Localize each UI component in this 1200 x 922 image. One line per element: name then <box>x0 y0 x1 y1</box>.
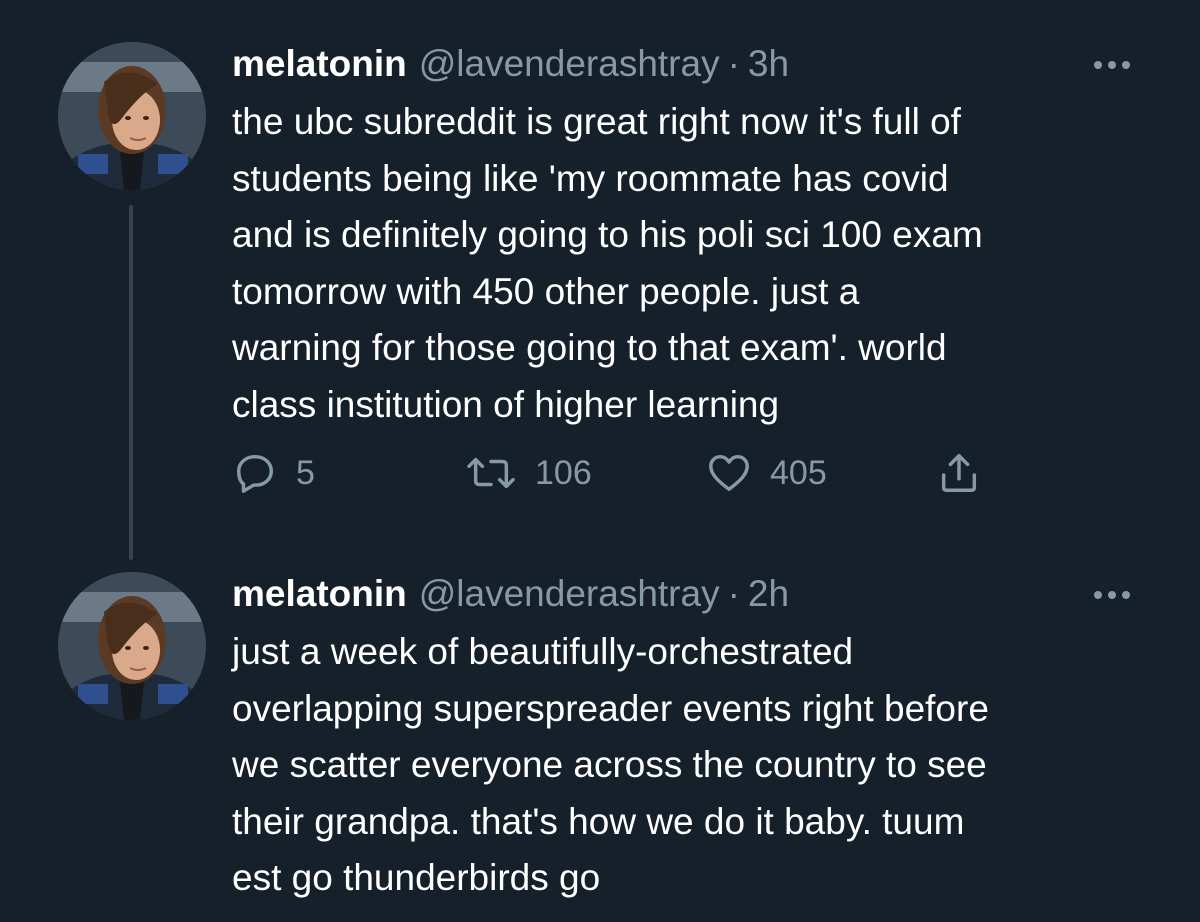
avatar-image <box>58 42 206 190</box>
display-name[interactable]: melatonin <box>232 40 407 88</box>
avatar-image <box>58 572 206 720</box>
retweet-count: 106 <box>535 453 592 492</box>
heart-icon <box>709 454 749 492</box>
retweet-icon <box>467 457 515 489</box>
avatar[interactable] <box>58 42 206 190</box>
reply-count: 5 <box>296 453 315 492</box>
display-name[interactable]: melatonin <box>232 570 407 618</box>
separator-dot: · <box>727 573 740 614</box>
user-handle[interactable]: @lavenderashtray <box>419 570 720 618</box>
share-icon <box>941 454 977 492</box>
user-handle[interactable]: @lavenderashtray <box>419 40 720 88</box>
retweet-button[interactable]: 106 <box>465 448 592 498</box>
tweet-header: melatonin @lavenderashtray · 2h <box>232 570 789 618</box>
timestamp[interactable]: 3h <box>748 40 789 88</box>
avatar[interactable] <box>58 572 206 720</box>
tweet-text: the ubc subreddit is great right now it'… <box>232 101 983 425</box>
share-button[interactable] <box>936 448 982 498</box>
timestamp[interactable]: 2h <box>748 570 789 618</box>
separator-dot: · <box>727 43 740 84</box>
tweet-thread: melatonin @lavenderashtray · 3h the ubc … <box>0 0 1200 922</box>
like-count: 405 <box>770 453 827 492</box>
more-options-icon[interactable] <box>1082 50 1142 80</box>
tweet-header: melatonin @lavenderashtray · 3h <box>232 40 789 88</box>
tweet-text: just a week of beautifully-orchestrated … <box>232 631 989 898</box>
like-button[interactable]: 405 <box>706 448 827 498</box>
tweet-actions: 5 106 405 <box>0 448 1200 498</box>
more-options-icon[interactable] <box>1082 580 1142 610</box>
reply-button[interactable]: 5 <box>232 448 315 498</box>
thread-connector-line <box>129 205 133 560</box>
reply-icon <box>236 454 274 493</box>
